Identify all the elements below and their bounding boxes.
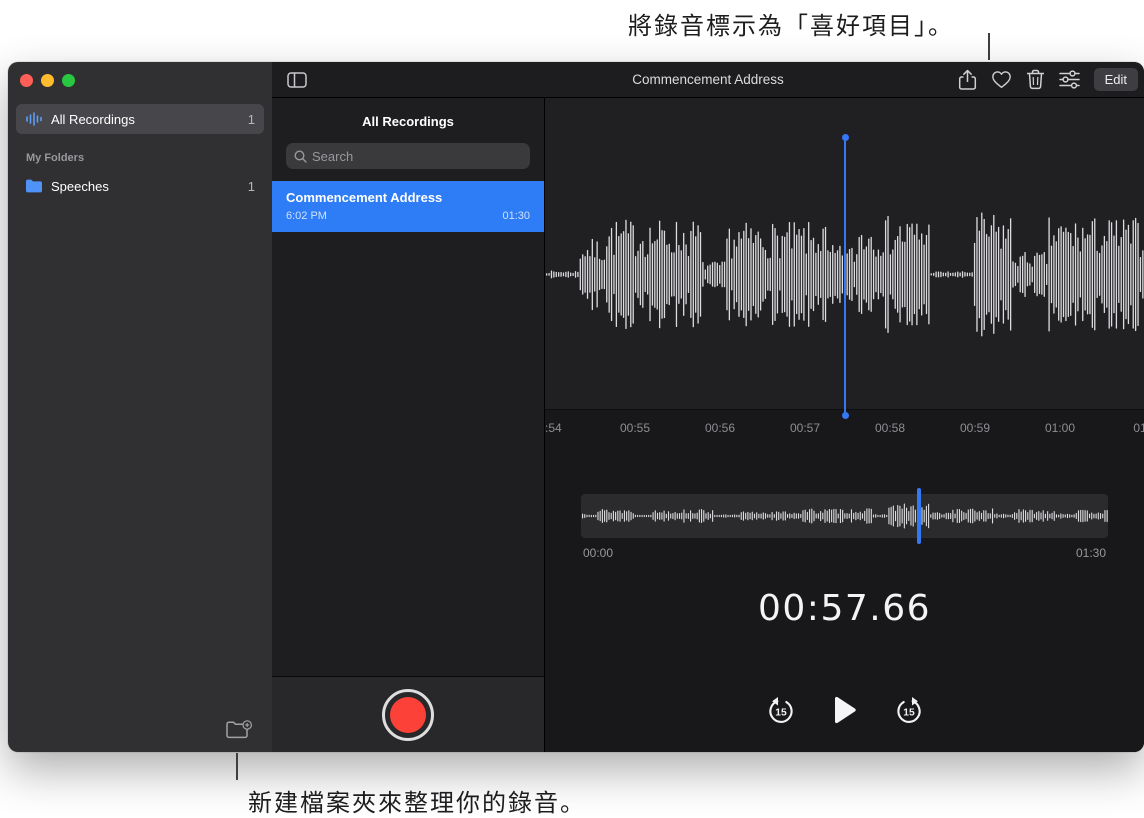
sidebar-item-count: 1	[248, 112, 255, 127]
sidebar-item-all-recordings[interactable]: All Recordings 1	[16, 104, 264, 134]
zoom-button[interactable]	[62, 74, 75, 87]
ruler-label: 00:57	[790, 421, 820, 435]
current-time-display: 00:57.66	[545, 588, 1144, 629]
recording-time: 6:02 PM	[286, 210, 327, 222]
favorite-button[interactable]	[991, 70, 1012, 89]
skip-back-label: 15	[775, 708, 787, 719]
heart-icon	[991, 70, 1012, 89]
skip-back-15-button[interactable]: 15	[766, 695, 796, 725]
ruler-label: 00:59	[960, 421, 990, 435]
folder-icon	[25, 179, 43, 193]
sidebar-item-count: 1	[248, 179, 255, 194]
titlebar: Commencement Address Edit	[272, 62, 1144, 98]
record-dot	[390, 697, 426, 733]
recording-title: Commencement Address	[286, 190, 530, 205]
new-folder-callout-line	[236, 753, 238, 780]
sidebar-item-label: Speeches	[51, 179, 109, 194]
new-folder-button[interactable]	[226, 720, 252, 742]
sidebar: All Recordings 1 My Folders Speeches 1	[8, 62, 272, 752]
sidebar-item-speeches[interactable]: Speeches 1	[16, 171, 264, 201]
ruler-label: 00:58	[875, 421, 905, 435]
overview-playhead[interactable]	[917, 488, 921, 544]
main-area: Commencement Address Edit All	[272, 62, 1144, 752]
search-icon	[294, 150, 307, 163]
edit-button[interactable]: Edit	[1094, 68, 1138, 91]
favorite-callout-line	[988, 33, 990, 60]
ruler-label: 01:00	[1045, 421, 1075, 435]
delete-button[interactable]	[1026, 69, 1045, 90]
traffic-lights	[20, 74, 75, 87]
overview-scrubber[interactable]	[581, 494, 1108, 538]
ruler-label: 00:55	[620, 421, 650, 435]
skip-back-15-icon: 15	[766, 695, 796, 725]
minimize-button[interactable]	[41, 74, 54, 87]
list-header: All Recordings	[272, 114, 544, 129]
timeline-ruler: 0:54 00:55 00:56 00:57 00:58 00:59 01:00 01:0	[545, 410, 1144, 446]
sidebar-item-label: All Recordings	[51, 112, 135, 127]
recording-cell[interactable]: Commencement Address 6:02 PM 01:30	[272, 181, 544, 232]
ruler-label: 0:54	[545, 421, 562, 435]
skip-forward-15-button[interactable]: 15	[894, 695, 924, 725]
toggle-sidebar-button[interactable]	[287, 72, 307, 88]
trash-icon	[1026, 69, 1045, 90]
skip-forward-label: 15	[903, 708, 915, 719]
main-waveform[interactable]	[545, 98, 1144, 410]
play-button[interactable]	[832, 696, 858, 724]
overview-track	[581, 494, 1108, 538]
search-input[interactable]	[312, 149, 522, 164]
overview-end-time: 01:30	[1076, 546, 1106, 560]
overview-start-time: 00:00	[583, 546, 613, 560]
favorite-callout-text: 將錄音標示為「喜好項目」。	[628, 6, 954, 41]
ruler-label: 00:56	[705, 421, 735, 435]
share-icon	[958, 69, 977, 91]
sidebar-section-header: My Folders	[26, 152, 272, 164]
play-icon	[832, 696, 858, 724]
close-button[interactable]	[20, 74, 33, 87]
share-button[interactable]	[958, 69, 977, 91]
waveform-icon	[25, 112, 43, 126]
record-strip	[272, 676, 544, 752]
search-field[interactable]	[286, 143, 530, 169]
sliders-icon	[1059, 70, 1080, 89]
sidebar-toggle-icon	[287, 72, 307, 88]
overview-waveform-svg	[581, 494, 1108, 538]
ruler-label: 01:0	[1133, 421, 1144, 435]
recordings-list: All Recordings Commencement Address 6:02…	[272, 98, 545, 752]
skip-forward-15-icon: 15	[894, 695, 924, 725]
record-button[interactable]	[382, 689, 434, 741]
recording-duration: 01:30	[502, 210, 530, 222]
new-folder-icon	[226, 720, 252, 742]
player-detail: 0:54 00:55 00:56 00:57 00:58 00:59 01:00 01:0 0…	[545, 98, 1144, 752]
voice-memos-window: All Recordings 1 My Folders Speeches 1 C…	[8, 62, 1144, 752]
playback-settings-button[interactable]	[1059, 70, 1080, 89]
new-folder-callout-text: 新建檔案夾來整理你的錄音。	[248, 783, 586, 818]
playback-controls: 15 15	[545, 695, 1144, 725]
playhead[interactable]	[844, 137, 846, 416]
